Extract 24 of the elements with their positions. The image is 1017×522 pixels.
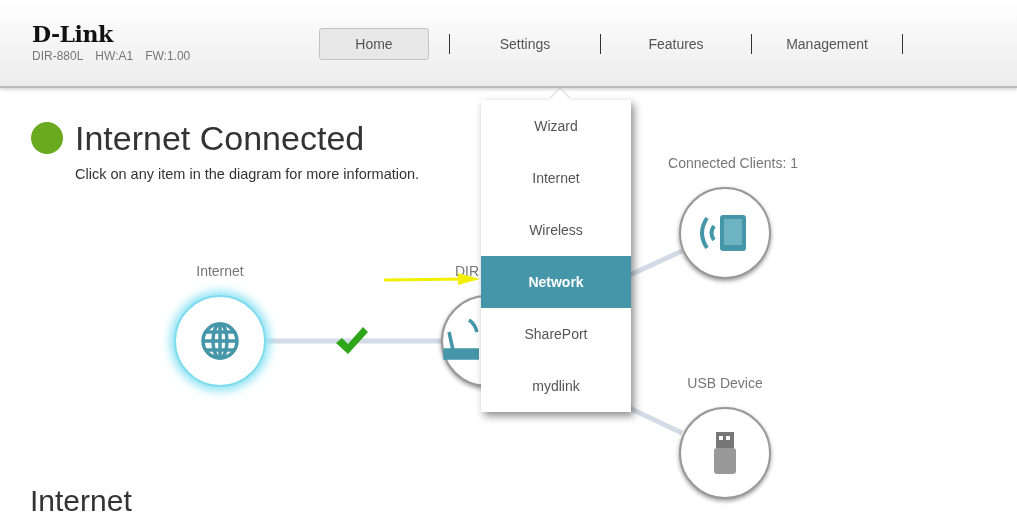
nav-tab[interactable]: Management <box>752 28 902 60</box>
usb-node[interactable] <box>679 407 771 499</box>
menu-item[interactable]: Wireless <box>481 204 631 256</box>
nav-tab[interactable]: Features <box>601 28 751 60</box>
internet-node[interactable] <box>174 295 266 387</box>
menu-item[interactable]: Internet <box>481 152 631 204</box>
nav-tab[interactable]: Settings <box>450 28 600 60</box>
hint-text: Click on any item in the diagram for more information. <box>75 166 420 182</box>
status-title: Internet Connected <box>75 118 365 158</box>
firmware-version: FW:1.00 <box>145 49 191 63</box>
menu-item[interactable]: mydlink <box>481 360 631 412</box>
nav-tab[interactable]: Home <box>319 28 429 60</box>
usb-drive-icon <box>714 432 736 474</box>
hardware-version: HW:A1 <box>95 49 134 63</box>
node-label: USB Device <box>686 375 764 391</box>
section-heading: Internet <box>30 484 132 518</box>
clients-node[interactable] <box>679 187 771 279</box>
model-name: DIR-880L <box>32 49 84 63</box>
menu-item[interactable]: SharePort <box>481 308 631 360</box>
node-label: Connected Clients: 1 <box>667 155 799 171</box>
globe-icon <box>200 321 240 361</box>
menu-item[interactable]: Wizard <box>481 100 631 152</box>
logo: D-Link <box>32 21 113 47</box>
node-label: Internet <box>195 263 245 279</box>
